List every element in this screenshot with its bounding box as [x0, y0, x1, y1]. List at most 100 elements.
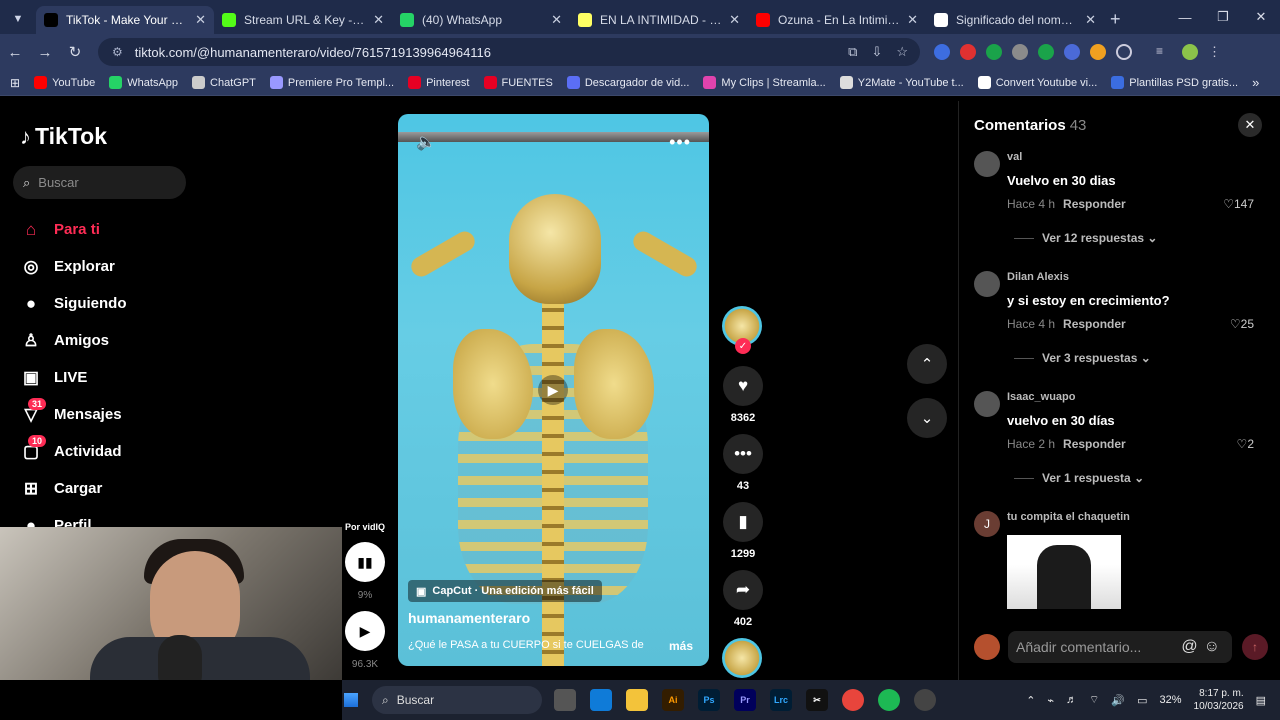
taskbar-search[interactable]: ⌕ Buscar: [372, 686, 542, 714]
task-view-icon[interactable]: [554, 689, 576, 711]
extension-icon[interactable]: [960, 44, 976, 60]
close-tab-icon[interactable]: ✕: [729, 12, 740, 28]
install-app-icon[interactable]: ⇩: [871, 44, 882, 60]
bookmark-item[interactable]: Premiere Pro Templ...: [269, 76, 394, 89]
comment-avatar[interactable]: [974, 391, 1000, 417]
comment-like[interactable]: ♡25: [1230, 317, 1254, 331]
translate-icon[interactable]: ⧉: [848, 44, 857, 60]
new-tab-button[interactable]: +: [1110, 9, 1121, 30]
media-icon[interactable]: ≡: [1156, 44, 1172, 60]
more-description-link[interactable]: más: [669, 639, 693, 653]
wifi-icon[interactable]: ⌔: [1089, 693, 1099, 707]
menu-icon[interactable]: ⋮: [1208, 44, 1224, 60]
play-icon[interactable]: ▶: [538, 375, 568, 405]
comment-avatar[interactable]: J: [974, 511, 1000, 537]
search-input[interactable]: ⌕ Buscar: [13, 166, 186, 199]
comment-icon[interactable]: •••: [723, 434, 763, 474]
network-icon[interactable]: ⌁: [1047, 694, 1054, 707]
bookmark-item[interactable]: ChatGPT: [192, 76, 256, 89]
comment-like[interactable]: ♡2: [1237, 437, 1254, 451]
close-comments-icon[interactable]: ✕: [1238, 113, 1262, 137]
video-author[interactable]: humanamenteraro: [408, 610, 530, 626]
capcut-icon[interactable]: ✂: [806, 689, 828, 711]
view-replies-button[interactable]: Ver 1 respuesta ⌄: [1014, 471, 1144, 485]
bookmark-item[interactable]: Plantillas PSD gratis...: [1111, 76, 1238, 89]
tab-1[interactable]: Stream URL & Key - Kick D ✕: [214, 6, 392, 34]
tab-0[interactable]: TikTok - Make Your Day ✕: [36, 6, 214, 34]
bookmark-icon[interactable]: ▮: [723, 502, 763, 542]
obs-icon[interactable]: [914, 689, 936, 711]
share-action[interactable]: ➦ 402: [722, 570, 764, 628]
site-info-icon[interactable]: ⚙: [112, 45, 123, 59]
clock[interactable]: 8:17 p. m. 10/03/2026: [1194, 687, 1244, 713]
capcut-badge[interactable]: ▣ CapCut · Una edición más fácil: [408, 580, 602, 602]
extension-icon[interactable]: [1064, 44, 1080, 60]
sidebar-item-explorar[interactable]: ◎ Explorar: [20, 248, 127, 285]
reload-icon[interactable]: ↻: [60, 43, 90, 61]
video-player[interactable]: 🔈 ••• ▶ ▣ CapCut · Una edición más fácil…: [398, 114, 709, 666]
battery-icon[interactable]: ▭: [1137, 694, 1147, 707]
extension-icon[interactable]: [1038, 44, 1054, 60]
minimize-icon[interactable]: —: [1166, 10, 1204, 25]
profile-avatar-icon[interactable]: [1182, 44, 1198, 60]
notification-icon[interactable]: ▤: [1256, 694, 1266, 707]
apps-grid-icon[interactable]: ⊞: [10, 76, 20, 90]
microphone-icon[interactable]: ♬: [1066, 694, 1077, 706]
close-tab-icon[interactable]: ✕: [195, 12, 206, 28]
edge-icon[interactable]: [590, 689, 612, 711]
close-tab-icon[interactable]: ✕: [373, 12, 384, 28]
send-comment-icon[interactable]: ↑: [1242, 634, 1268, 660]
chevron-up-icon[interactable]: ⌃: [1026, 694, 1035, 707]
view-replies-button[interactable]: Ver 12 respuestas ⌄: [1014, 231, 1157, 245]
like-action[interactable]: ♥ 8362: [722, 366, 764, 424]
tab-3[interactable]: EN LA INTIMIDAD - Ozuna ✕: [570, 6, 748, 34]
puzzle-icon[interactable]: [1116, 44, 1132, 60]
sidebar-item-para-ti[interactable]: ⌂ Para ti: [20, 211, 127, 248]
bookmark-item[interactable]: WhatsApp: [109, 76, 178, 89]
comment-username[interactable]: Isaac_wuapo: [1007, 391, 1075, 403]
bookmark-item[interactable]: FUENTES: [483, 76, 553, 89]
vidiq-stats-icon[interactable]: ▮▮: [345, 542, 385, 582]
save-action[interactable]: ▮ 1299: [722, 502, 764, 560]
comment-avatar[interactable]: [974, 271, 1000, 297]
vidiq-play-icon[interactable]: ▶: [345, 611, 385, 651]
tab-2[interactable]: (40) WhatsApp ✕: [392, 6, 570, 34]
creator-avatar[interactable]: ✓: [722, 306, 762, 354]
reply-button[interactable]: Responder: [1063, 317, 1126, 331]
back-icon[interactable]: ←: [0, 44, 30, 61]
tab-5[interactable]: Significado del nombre Gi ✕: [926, 6, 1104, 34]
comment-like[interactable]: ♡147: [1223, 197, 1254, 211]
file-explorer-icon[interactable]: [626, 689, 648, 711]
windows-start-icon[interactable]: [344, 693, 358, 707]
close-tab-icon[interactable]: ✕: [1085, 12, 1096, 28]
heart-icon[interactable]: ♥: [723, 366, 763, 406]
comment-input[interactable]: Añadir comentario... @☺: [1008, 631, 1232, 663]
extension-icon[interactable]: [1090, 44, 1106, 60]
share-icon[interactable]: ➦: [723, 570, 763, 610]
tab-search-button[interactable]: ▼: [6, 7, 30, 31]
sound-avatar[interactable]: [722, 638, 762, 678]
sidebar-item-live[interactable]: ▣ LIVE: [20, 359, 127, 396]
extension-icon[interactable]: [986, 44, 1002, 60]
comment-action[interactable]: ••• 43: [722, 434, 764, 492]
sidebar-item-siguiendo[interactable]: ● Siguiendo: [20, 285, 127, 322]
spotify-icon[interactable]: [878, 689, 900, 711]
volume-icon[interactable]: 🔈: [416, 132, 436, 152]
previous-video-icon[interactable]: ⌃: [907, 344, 947, 384]
bookmark-star-icon[interactable]: ☆: [896, 44, 908, 60]
extension-icon[interactable]: [934, 44, 950, 60]
illustrator-icon[interactable]: Ai: [662, 689, 684, 711]
bookmark-item[interactable]: YouTube: [34, 76, 95, 89]
sidebar-item-actividad[interactable]: ▢ 10 Actividad: [20, 433, 127, 470]
lightroom-icon[interactable]: Lrc: [770, 689, 792, 711]
photoshop-icon[interactable]: Ps: [698, 689, 720, 711]
extension-icon[interactable]: [1012, 44, 1028, 60]
followed-check-icon[interactable]: ✓: [735, 338, 751, 354]
forward-icon[interactable]: →: [30, 44, 60, 61]
comment-username[interactable]: tu compita el chaquetin: [1007, 511, 1130, 523]
reply-button[interactable]: Responder: [1063, 197, 1126, 211]
reply-button[interactable]: Responder: [1063, 437, 1126, 451]
bookmark-item[interactable]: Y2Mate - YouTube t...: [839, 76, 964, 89]
maximize-icon[interactable]: ❐: [1204, 9, 1242, 25]
sidebar-item-mensajes[interactable]: ▽ 31 Mensajes: [20, 396, 127, 433]
